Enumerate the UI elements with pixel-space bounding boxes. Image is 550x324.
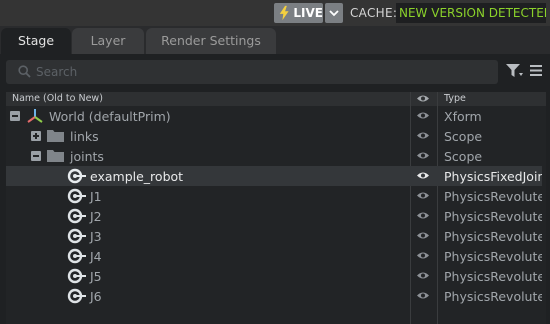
visibility-eye-icon[interactable] [416,291,430,300]
tree-row[interactable]: J1 PhysicsRevoluteJoint [6,186,542,206]
tree-column-header: Name (Old to New) Type [6,92,546,106]
tree-row[interactable]: J4 PhysicsRevoluteJoint [6,246,542,266]
visibility-eye-icon[interactable] [416,111,430,120]
collapse-toggle-icon[interactable] [31,151,41,161]
tree-row-label: World (defaultPrim) [49,109,171,124]
tree-row-type: PhysicsRevoluteJoint [444,269,542,284]
tree-row-label: example_robot [90,169,184,184]
search-input[interactable]: Search [6,60,498,84]
visibility-eye-icon[interactable] [416,191,430,200]
visibility-eye-icon[interactable] [416,231,430,240]
tree-row-label: J5 [90,269,102,284]
visibility-eye-icon[interactable] [416,151,430,160]
joint-icon [67,268,86,284]
folder-icon [47,130,64,142]
stage-tree: Name (Old to New) Type World (defaultPri… [6,92,546,324]
tree-row[interactable]: J5 PhysicsRevoluteJoint [6,266,542,286]
tree-row-label: J1 [90,189,102,204]
tree-row-type: Xform [444,109,482,124]
tab-render-settings[interactable]: Render Settings [146,28,276,54]
visibility-eye-icon[interactable] [416,251,430,260]
visibility-eye-icon[interactable] [416,211,430,220]
tree-row-selected[interactable]: example_robot PhysicsFixedJoint [6,166,542,186]
visibility-header-icon[interactable] [416,94,430,103]
column-header-name[interactable]: Name (Old to New) [12,93,103,104]
tab-layer[interactable]: Layer [72,28,144,54]
tree-row-label: J6 [90,289,102,304]
tree-row-type: PhysicsRevoluteJoint [444,209,542,224]
tree-row-type: PhysicsRevoluteJoint [444,229,542,244]
filter-icon[interactable] [506,64,524,78]
folder-icon [47,150,64,162]
joint-icon [67,248,86,264]
tree-row[interactable]: joints Scope [6,146,542,166]
tree-row[interactable]: J2 PhysicsRevoluteJoint [6,206,542,226]
collapse-toggle-icon[interactable] [10,111,20,121]
visibility-eye-icon[interactable] [416,131,430,140]
tree-row-type: PhysicsRevoluteJoint [444,249,542,264]
tree-row-label: J2 [90,209,102,224]
hamburger-menu-icon[interactable] [530,65,542,76]
tree-row-type: Scope [444,129,483,144]
expand-toggle-icon[interactable] [31,131,41,141]
cache-label: CACHE: [350,6,398,20]
live-label: LIVE [293,6,323,20]
visibility-eye-icon[interactable] [416,271,430,280]
chevron-down-icon [329,10,339,17]
search-placeholder: Search [36,65,78,79]
column-header-type[interactable]: Type [444,93,466,104]
tree-row[interactable]: links Scope [6,126,542,146]
tree-row-label: J4 [90,249,102,264]
tree-row[interactable]: J6 PhysicsRevoluteJoint [6,286,542,306]
visibility-eye-icon[interactable] [416,171,430,180]
joint-icon [67,288,86,304]
tree-row-label: joints [70,149,104,164]
tree-row-label: links [70,129,99,144]
joint-icon [67,228,86,244]
cache-status: NEW VERSION DETECTED [396,3,546,23]
live-button[interactable]: LIVE [274,3,323,23]
search-icon [18,65,31,78]
joint-icon [67,168,86,184]
tree-row-label: J3 [90,229,102,244]
tree-row-type: PhysicsRevoluteJoint [444,289,542,304]
live-dropdown-button[interactable] [325,3,343,23]
tab-stage[interactable]: Stage [1,28,71,54]
joint-icon [67,188,86,204]
top-status-bar: LIVE CACHE: NEW VERSION DETECTED [0,0,550,26]
xform-icon [27,109,43,123]
tree-row-type: PhysicsRevoluteJoint [444,189,542,204]
lightning-bolt-icon [279,5,289,21]
joint-icon [67,208,86,224]
tree-row[interactable]: World (defaultPrim) Xform [6,106,542,126]
tree-row-type: PhysicsFixedJoint [444,169,542,184]
tab-bar: Stage Layer Render Settings [0,26,550,54]
tree-row-type: Scope [444,149,483,164]
tree-row[interactable]: J3 PhysicsRevoluteJoint [6,226,542,246]
